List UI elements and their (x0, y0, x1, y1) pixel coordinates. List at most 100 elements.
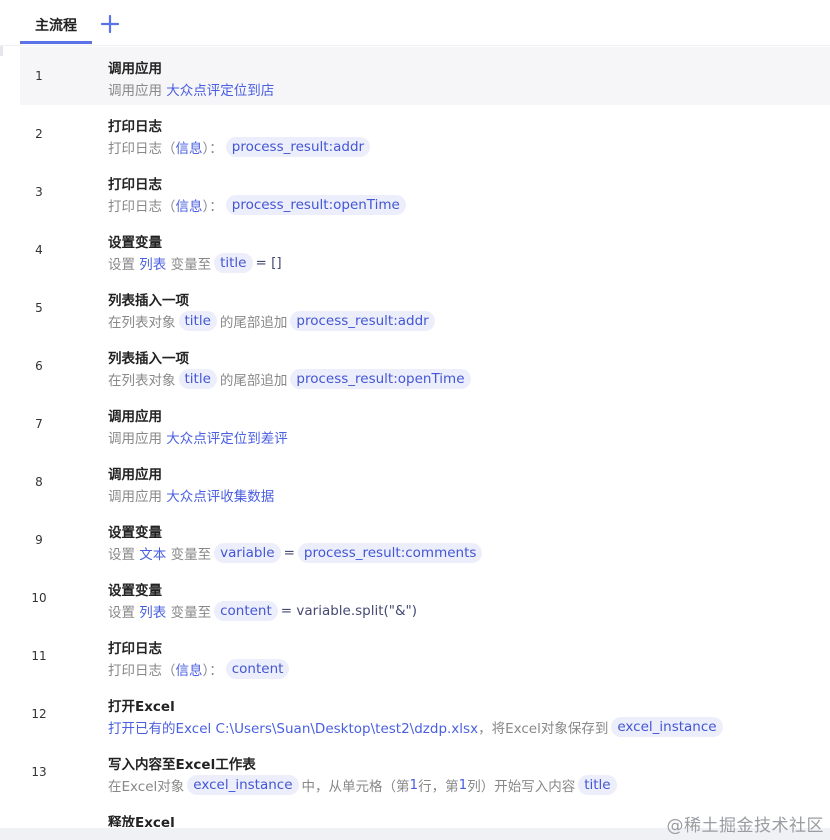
step-description: 打印日志（ 信息）： process_result:openTime (108, 194, 409, 216)
step-title: 调用应用 (108, 409, 162, 425)
description-text: 行，第 (418, 779, 459, 795)
description-text: 打印日志（ (108, 663, 176, 679)
description-text: 打印日志（ (108, 199, 176, 215)
variable-pill[interactable]: excel_instance (611, 717, 723, 737)
flow-step-row[interactable]: 12 打开Excel 打开已有的Excel C:\Users\Suan\Deskto… (20, 685, 830, 743)
step-number: 10 (31, 591, 47, 605)
flow-step-row[interactable]: 3 打印日志 打印日志（ 信息）： process_result:openTime (20, 163, 830, 221)
step-description: 打印日志（ 信息）： content (108, 658, 292, 680)
description-text: ）： (202, 141, 223, 157)
param-link[interactable]: 打开已有的Excel C:\Users\Suan\Desktop\test2\d… (108, 717, 478, 737)
variable-pill[interactable]: title (178, 369, 217, 389)
description-text: = variable.split("&") (280, 603, 418, 619)
flow-step-row[interactable]: 9 设置变量 设置 文本 变量至 variable = process_result:co… (20, 511, 830, 569)
step-description: 设置 列表 变量至 title = [] (108, 252, 282, 274)
step-number: 9 (35, 533, 43, 547)
description-text: 的尾部追加 (219, 315, 288, 331)
variable-pill[interactable]: title (578, 775, 617, 795)
description-text: 在Excel对象 (108, 779, 185, 795)
description-text: 调用应用 (108, 83, 167, 99)
param-link[interactable]: 文本 (139, 543, 166, 563)
variable-pill[interactable]: title (214, 253, 253, 273)
tab-main-flow[interactable]: 主流程 (20, 8, 92, 44)
step-number: 3 (35, 185, 43, 199)
description-text: 变量至 (166, 257, 212, 273)
step-title: 打开Excel (108, 699, 175, 715)
step-number: 2 (35, 127, 43, 141)
step-description: 调用应用 大众点评定位到店 (108, 78, 274, 100)
flow-step-row[interactable]: 10 设置变量 设置 列表 变量至 content = variable.split("… (20, 569, 830, 627)
step-title: 调用应用 (108, 467, 162, 483)
param-link[interactable]: 大众点评收集数据 (166, 485, 274, 505)
description-text: 变量至 (166, 547, 212, 563)
flow-step-row[interactable]: 13 写入内容至Excel工作表 在Excel对象 excel_instance 中，从… (20, 743, 830, 801)
step-title: 打印日志 (108, 177, 162, 193)
param-link[interactable]: 列表 (139, 253, 166, 273)
step-number: 13 (31, 765, 47, 779)
variable-pill[interactable]: content (214, 601, 278, 621)
description-text: = [] (255, 255, 282, 271)
flow-step-row[interactable]: 7 调用应用 调用应用 大众点评定位到差评 (20, 395, 830, 453)
description-text: 调用应用 (108, 489, 167, 505)
flow-step-row[interactable]: 11 打印日志 打印日志（ 信息）： content (20, 627, 830, 685)
step-description: 打开已有的Excel C:\Users\Suan\Desktop\test2\d… (108, 716, 726, 738)
step-title: 打印日志 (108, 641, 162, 657)
param-link[interactable]: 大众点评定位到店 (166, 79, 274, 99)
param-link[interactable]: 1 (410, 777, 419, 793)
left-edge-marker (0, 46, 3, 56)
step-number: 7 (35, 417, 43, 431)
step-description: 在列表对象 title 的尾部追加 process_result:addr (108, 310, 438, 332)
step-title: 释放Excel (108, 815, 175, 827)
param-link[interactable]: 列表 (139, 601, 166, 621)
description-text: 设置 (108, 605, 140, 621)
description-text: 在列表对象 (108, 315, 176, 331)
step-number: 12 (31, 707, 47, 721)
flow-step-row[interactable]: 6 列表插入一项 在列表对象 title 的尾部追加 process_result:ope… (20, 337, 830, 395)
step-description: 在列表对象 title 的尾部追加 process_result:openTime (108, 368, 474, 390)
variable-pill[interactable]: content (225, 659, 290, 679)
description-text: 设置 (108, 547, 140, 563)
param-link[interactable]: 信息 (176, 195, 203, 215)
flow-step-row[interactable]: 5 列表插入一项 在列表对象 title 的尾部追加 process_result:add… (20, 279, 830, 337)
step-title: 设置变量 (108, 525, 162, 541)
description-text: ）： (202, 199, 223, 215)
description-text: 的尾部追加 (219, 373, 288, 389)
variable-pill[interactable]: process_result:comments (297, 543, 483, 563)
param-link[interactable]: 大众点评定位到差评 (166, 427, 288, 447)
flow-step-row[interactable]: 4 设置变量 设置 列表 变量至 title = [] (20, 221, 830, 279)
step-number: 1 (35, 69, 43, 83)
step-title: 写入内容至Excel工作表 (108, 757, 256, 773)
param-link[interactable]: 信息 (176, 659, 203, 679)
step-number: 4 (35, 243, 43, 257)
flow-step-row[interactable]: 8 调用应用 调用应用 大众点评收集数据 (20, 453, 830, 511)
plus-icon[interactable] (96, 10, 124, 38)
tab-divider (0, 45, 830, 46)
step-number: 8 (35, 475, 43, 489)
tab-bar: 主流程 (0, 0, 830, 46)
step-description: 打印日志（ 信息）： process_result:addr (108, 136, 373, 158)
step-description: 调用应用 大众点评定位到差评 (108, 426, 288, 448)
variable-pill[interactable]: excel_instance (187, 775, 299, 795)
step-title: 调用应用 (108, 61, 162, 77)
description-text: 列）开始写入内容 (467, 779, 576, 795)
variable-pill[interactable]: process_result:openTime (290, 369, 471, 389)
variable-pill[interactable]: title (178, 311, 217, 331)
param-link[interactable]: 信息 (176, 137, 203, 157)
variable-pill[interactable]: variable (214, 543, 281, 563)
step-title: 设置变量 (108, 235, 162, 251)
step-title: 列表插入一项 (108, 293, 189, 309)
variable-pill[interactable]: process_result:addr (225, 137, 371, 157)
description-text: 在列表对象 (108, 373, 176, 389)
description-text: 调用应用 (108, 431, 167, 447)
description-text: 设置 (108, 257, 140, 273)
description-text: 打印日志（ (108, 141, 176, 157)
param-link[interactable]: 1 (459, 777, 468, 793)
variable-pill[interactable]: process_result:openTime (225, 195, 406, 215)
step-description: 设置 列表 变量至 content = variable.split("&") (108, 600, 417, 622)
variable-pill[interactable]: process_result:addr (290, 311, 435, 331)
flow-step-list: 1 调用应用 调用应用 大众点评定位到店 2 打印日志 打印日志（ 信息）： process_… (20, 47, 830, 827)
flow-step-row[interactable]: 1 调用应用 调用应用 大众点评定位到店 (20, 47, 830, 105)
description-text: 中，从单元格（第 (301, 779, 410, 795)
step-description: 设置 文本 变量至 variable = process_result:comment… (108, 542, 485, 564)
flow-step-row[interactable]: 2 打印日志 打印日志（ 信息）： process_result:addr (20, 105, 830, 163)
